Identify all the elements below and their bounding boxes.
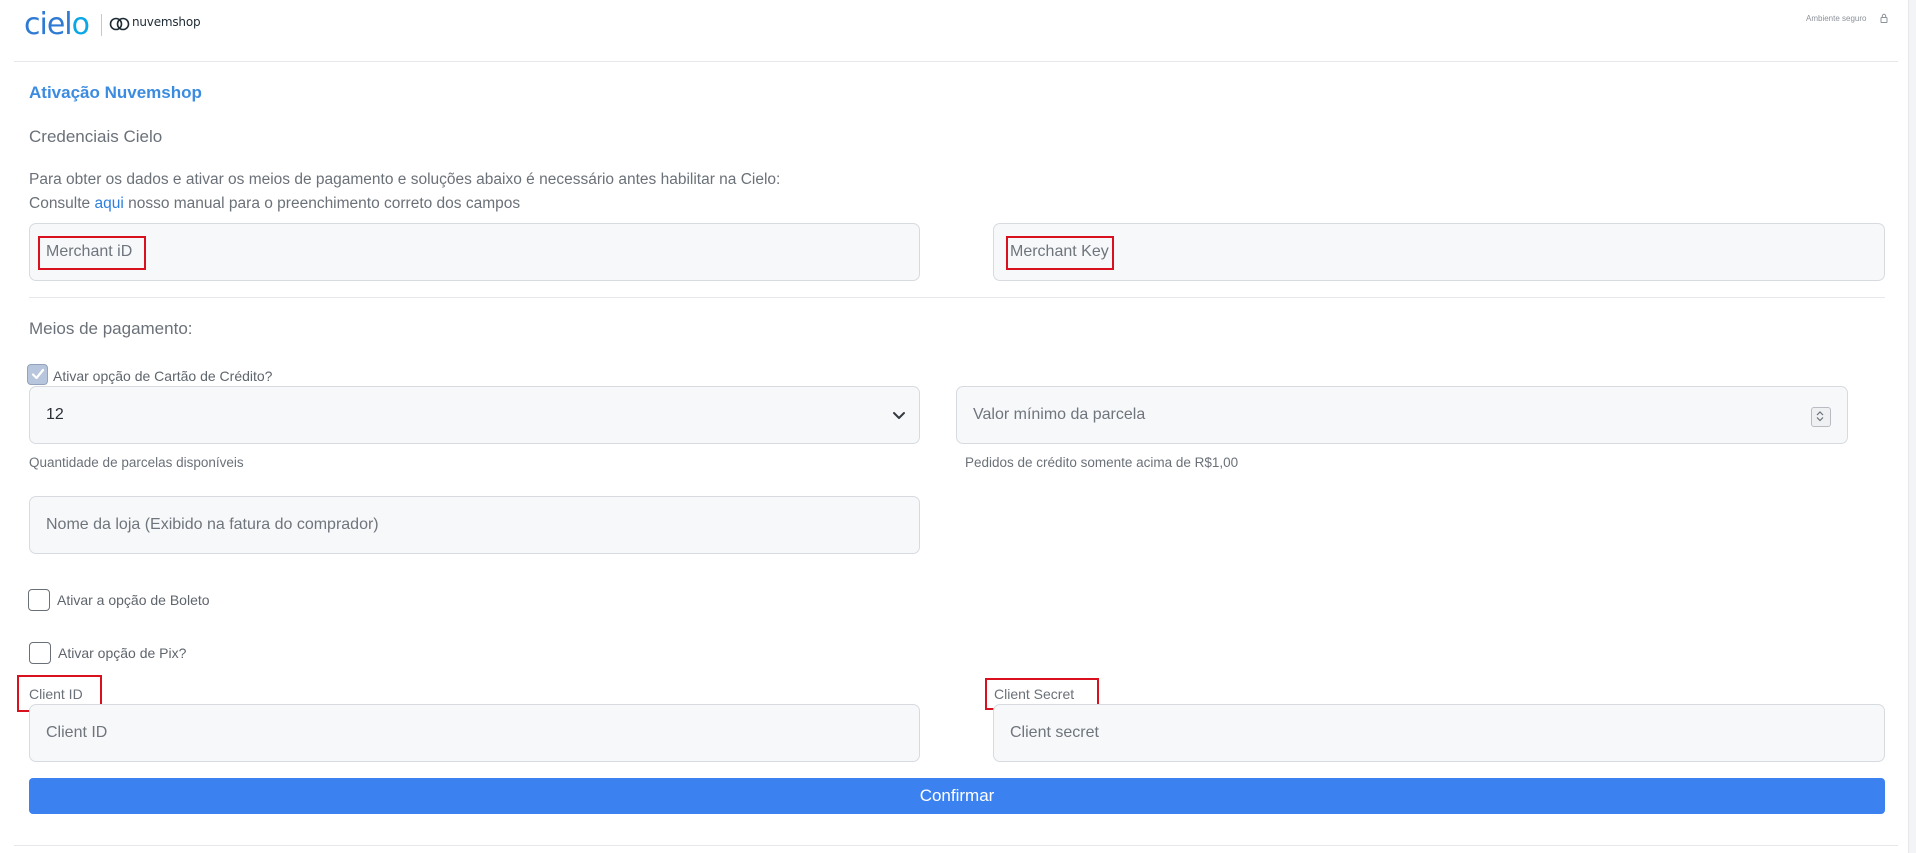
store-name-input[interactable]: Nome da loja (Exibido na fatura do compr…	[29, 496, 920, 554]
installments-value: 12	[46, 406, 64, 423]
checkmark-icon	[31, 368, 45, 380]
header-divider	[14, 61, 1898, 62]
store-name-placeholder: Nome da loja (Exibido na fatura do compr…	[46, 516, 379, 533]
client-id-input[interactable]: Client ID	[29, 704, 920, 762]
boleto-checkbox[interactable]	[28, 589, 50, 611]
manual-instruction: Consulte aqui nosso manual para o preenc…	[29, 195, 521, 212]
client-secret-input[interactable]: Client secret	[993, 704, 1885, 762]
client-id-placeholder: Client ID	[46, 724, 108, 741]
logo-separator	[101, 14, 102, 36]
pix-checkbox[interactable]	[29, 642, 51, 664]
nuvemshop-cloud-icon	[109, 17, 130, 31]
spinner-arrows-icon	[1816, 411, 1824, 422]
merchant-key-input[interactable]: Merchant Key	[993, 223, 1885, 281]
min-installment-input[interactable]: Valor mínimo da parcela	[956, 386, 1848, 444]
credit-card-label: Ativar opção de Cartão de Crédito?	[53, 368, 273, 384]
lock-icon	[1880, 13, 1888, 23]
credentials-section-title: Credenciais Cielo	[29, 127, 163, 146]
pix-label: Ativar opção de Pix?	[58, 645, 187, 661]
page-title: Ativação Nuvemshop	[29, 83, 202, 102]
manual-link[interactable]: aqui	[94, 195, 123, 212]
page-scrollbar[interactable]	[1908, 0, 1916, 853]
chevron-down-icon	[893, 412, 905, 419]
footer-divider	[14, 845, 1898, 846]
number-spinner[interactable]	[1811, 407, 1831, 427]
credentials-description: Para obter os dados e ativar os meios de…	[29, 171, 781, 188]
min-installment-help-text: Pedidos de crédito somente acima de R$1,…	[965, 455, 1239, 470]
payment-methods-title: Meios de pagamento:	[29, 319, 193, 338]
nuvemshop-logo-text: nuvemshop	[132, 15, 201, 29]
merchant-id-input[interactable]: Merchant iD	[29, 223, 920, 281]
client-secret-placeholder: Client secret	[1010, 724, 1099, 741]
secure-environment-label: Ambiente seguro	[1806, 14, 1867, 23]
installments-select[interactable]: 12	[29, 386, 920, 444]
confirm-button[interactable]: Confirmar	[29, 778, 1885, 814]
annotation-box-merchant-key	[1006, 236, 1114, 270]
installments-help-text: Quantidade de parcelas disponíveis	[29, 455, 244, 470]
annotation-box-merchant-id	[38, 236, 146, 270]
section-divider	[29, 297, 1885, 298]
credit-card-checkbox[interactable]	[27, 364, 48, 385]
boleto-label: Ativar a opção de Boleto	[57, 592, 210, 608]
min-installment-placeholder: Valor mínimo da parcela	[973, 406, 1146, 423]
cielo-logo: cielo	[24, 7, 90, 42]
